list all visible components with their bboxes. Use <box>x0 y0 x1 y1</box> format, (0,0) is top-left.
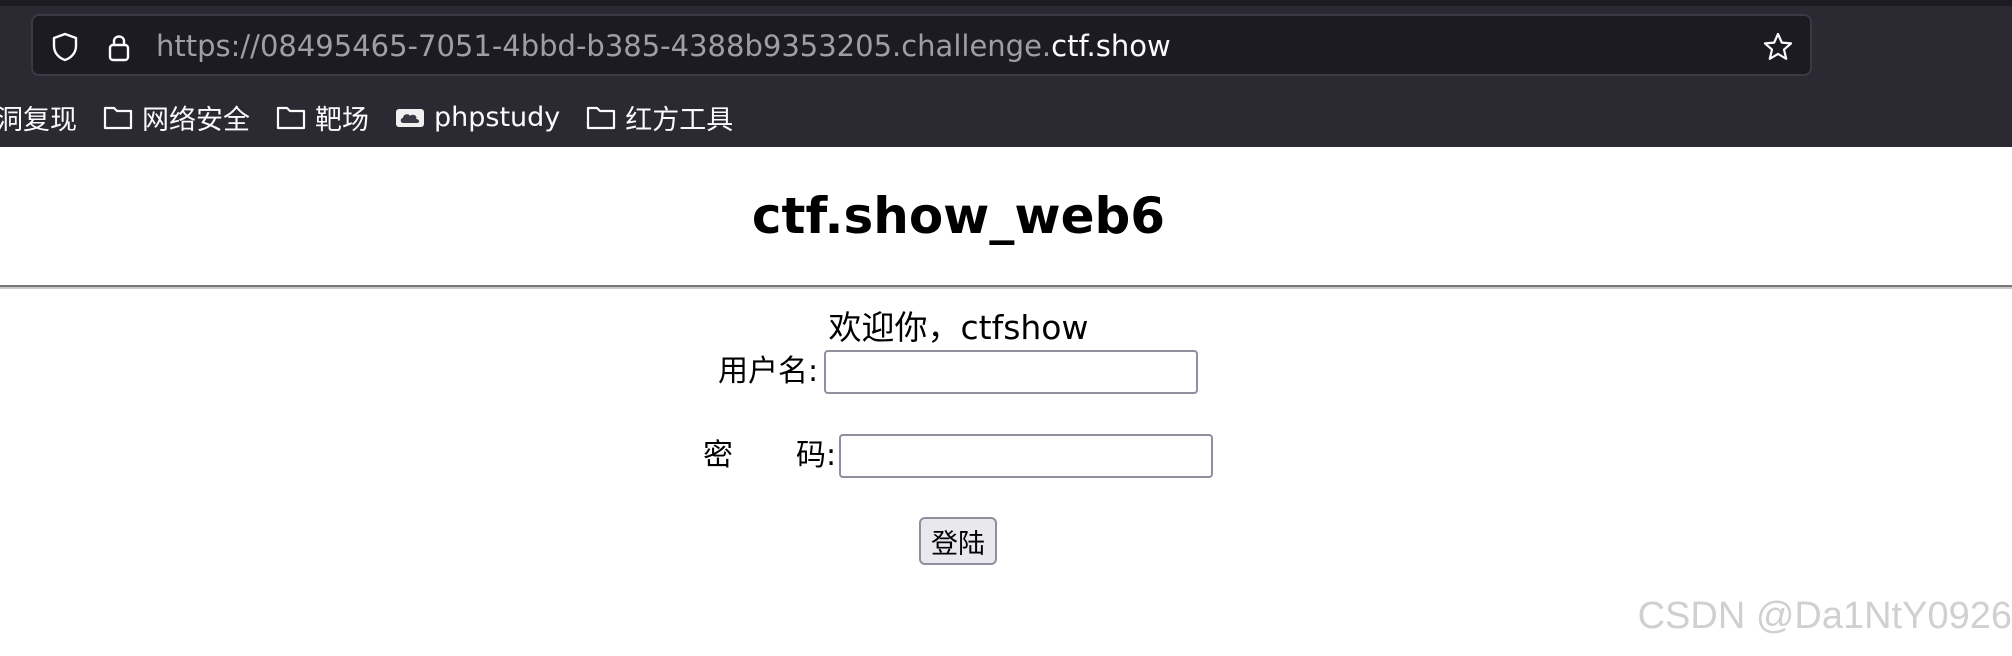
bookmark-folder[interactable]: 靶场 <box>276 98 369 137</box>
bookmark-folder[interactable]: 网络安全 <box>103 98 250 137</box>
url-text[interactable]: https://08495465-7051-4bbd-b385-4388b935… <box>156 28 1171 64</box>
page-title: ctf.show_web6 <box>751 187 1166 245</box>
lock-icon[interactable] <box>103 31 135 63</box>
browser-chrome: https://08495465-7051-4bbd-b385-4388b935… <box>0 0 2012 147</box>
password-input[interactable] <box>839 434 1213 478</box>
bookmark-label: phpstudy <box>434 101 561 133</box>
username-label: 用户名: <box>718 354 819 389</box>
bookmark-label: 红方工具 <box>625 104 734 136</box>
cloud-favicon-icon <box>396 109 424 127</box>
shield-icon[interactable] <box>49 31 81 63</box>
login-button[interactable]: 登陆 <box>919 517 997 565</box>
bookmark-label: 洞复现 <box>0 104 77 136</box>
bookmarks-toolbar: 洞复现 网络安全 靶场 phpstudy 红方工具 <box>0 96 759 138</box>
welcome-message: 欢迎你，ctfshow <box>828 308 1089 347</box>
bookmark-item[interactable]: 洞复现 <box>0 98 77 137</box>
bookmark-folder[interactable]: 红方工具 <box>586 98 733 137</box>
url-host-prefix: https://08495465-7051-4bbd-b385-4388b935… <box>156 29 1052 63</box>
folder-icon <box>103 106 133 130</box>
bookmark-label: 靶场 <box>315 104 369 136</box>
password-label-left: 密 <box>703 438 733 473</box>
bookmark-item[interactable]: phpstudy <box>395 102 560 133</box>
horizontal-rule <box>0 285 2012 289</box>
folder-icon <box>587 106 616 130</box>
username-input[interactable] <box>824 350 1198 394</box>
folder-icon <box>276 106 306 130</box>
password-label-right: 码: <box>796 438 837 473</box>
address-bar[interactable]: https://08495465-7051-4bbd-b385-4388b935… <box>31 14 1812 76</box>
tab-strip-edge <box>0 0 2012 6</box>
url-domain: ctf.show <box>1051 29 1171 63</box>
watermark: CSDN @Da1NtY0926 <box>1637 595 2012 637</box>
bookmark-star-icon[interactable] <box>1762 31 1794 63</box>
bookmark-label: 网络安全 <box>142 104 250 136</box>
